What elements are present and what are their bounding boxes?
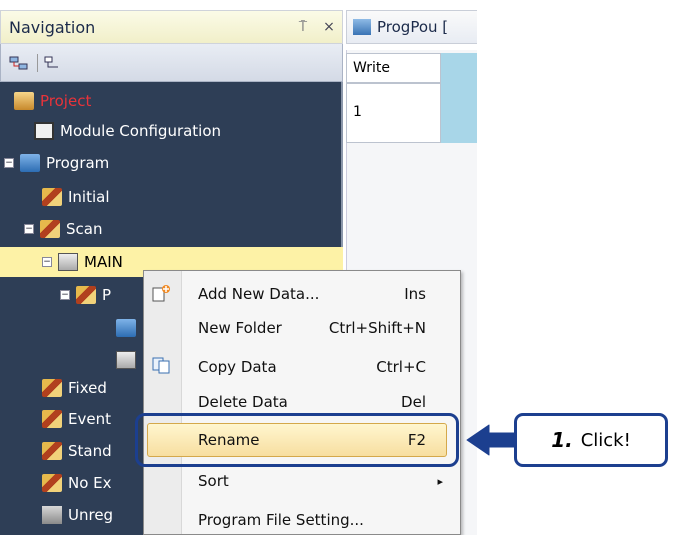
menu-item-add-new-data[interactable]: Add New Data... Ins (198, 279, 426, 309)
add-new-data-icon (152, 285, 170, 302)
collapse-toggle-icon[interactable]: − (60, 290, 70, 300)
tree-item-progpou[interactable] (116, 313, 142, 343)
tree-item-scan[interactable]: − Scan (24, 214, 102, 244)
callout-text: Click! (580, 429, 631, 451)
toolbar-separator (37, 53, 38, 72)
local-label-icon (116, 351, 136, 369)
menu-item-shortcut: Del (401, 393, 426, 411)
unregistered-folder-icon (42, 506, 62, 524)
menu-item-label: Program File Setting... (198, 511, 364, 529)
menu-item-shortcut: Ctrl+C (376, 358, 426, 376)
tree-item-project[interactable]: Project (14, 86, 91, 116)
tree-item-label: Program (46, 154, 110, 172)
ladder-row-number: 1 (346, 83, 441, 143)
menu-item-label: Copy Data (198, 358, 277, 376)
navigation-panel-header: Navigation ⍑ × (0, 10, 343, 44)
menu-item-delete-data[interactable]: Delete Data Del (198, 389, 426, 411)
tree-item-label: Fixed (68, 379, 107, 397)
tree-item-unregistered[interactable]: Unreg (42, 500, 113, 530)
program-type-icon (42, 379, 62, 397)
program-body-tab-icon (353, 19, 371, 35)
tree-item-initial[interactable]: Initial (42, 182, 110, 212)
tab-label: ProgPou [ (377, 18, 449, 36)
tab-progpou[interactable]: ProgPou [ (346, 10, 477, 44)
menu-item-label: Sort (198, 472, 229, 490)
collapse-toggle-icon[interactable]: − (24, 224, 34, 234)
program-block-icon (76, 286, 96, 304)
tree-item-fixed[interactable]: Fixed (42, 373, 107, 403)
ladder-cursor-column[interactable] (441, 53, 477, 143)
menu-item-copy-data[interactable]: Copy Data Ctrl+C (198, 352, 426, 382)
expand-tree-icon[interactable] (9, 54, 31, 72)
program-type-icon (42, 188, 62, 206)
tree-item-standby[interactable]: Stand (42, 436, 112, 466)
tree-item-no-execution[interactable]: No Ex (42, 468, 112, 498)
tree-item-label: Project (40, 92, 92, 110)
module-configuration-icon (34, 122, 54, 140)
menu-item-label: Add New Data... (198, 285, 320, 303)
menu-item-label: New Folder (198, 319, 282, 337)
program-type-icon (42, 474, 62, 492)
tree-item-label: P (102, 286, 112, 304)
tree-item-local-label[interactable] (116, 345, 142, 375)
tree-item-label: No Ex (68, 474, 112, 492)
tree-item-program[interactable]: − Program (4, 148, 109, 178)
context-menu-icon-column (144, 271, 182, 534)
tree-item-label: Event (68, 410, 111, 428)
pointer-arrow-icon (466, 424, 516, 456)
tree-item-main[interactable]: − MAIN (42, 247, 123, 277)
collapse-toggle-icon[interactable]: − (42, 257, 52, 267)
pin-icon[interactable]: ⍑ (290, 19, 316, 35)
instruction-callout: 1. Click! (514, 413, 668, 467)
menu-item-shortcut: Ins (404, 285, 426, 303)
program-type-icon (40, 220, 60, 238)
navigation-title: Navigation (9, 17, 96, 37)
rename-emphasis-frame (135, 413, 459, 467)
project-icon (14, 92, 34, 110)
tree-item-label: Stand (68, 442, 112, 460)
tree-item-label: Module Configuration (60, 122, 222, 140)
program-folder-icon (20, 154, 40, 172)
program-type-icon (42, 442, 62, 460)
submenu-arrow-icon: ▸ (437, 474, 443, 488)
menu-item-program-file-setting[interactable]: Program File Setting... (198, 505, 443, 535)
tree-item-label: Unreg (68, 506, 114, 524)
tree-item-label: MAIN (84, 253, 123, 271)
collapse-toggle-icon[interactable]: − (4, 158, 14, 168)
collapse-tree-icon[interactable] (44, 54, 66, 72)
navigation-toolbar (0, 44, 343, 82)
write-column-header: Write (346, 53, 441, 83)
program-body-icon (116, 319, 136, 337)
menu-item-label: Delete Data (198, 393, 288, 411)
close-icon[interactable]: × (316, 19, 342, 35)
program-type-icon (42, 410, 62, 428)
program-file-icon (58, 253, 78, 271)
menu-item-sort[interactable]: Sort ▸ (198, 466, 443, 496)
tree-item-pou[interactable]: − P (60, 280, 111, 310)
tree-item-label: Scan (66, 220, 103, 238)
menu-item-new-folder[interactable]: New Folder Ctrl+Shift+N (198, 313, 426, 343)
tree-item-module-configuration[interactable]: Module Configuration (34, 116, 221, 146)
tree-item-label: Initial (68, 188, 110, 206)
tree-item-event[interactable]: Event (42, 404, 111, 434)
menu-item-shortcut: Ctrl+Shift+N (328, 319, 426, 337)
step-number: 1. (551, 428, 573, 452)
copy-data-icon (152, 357, 170, 374)
